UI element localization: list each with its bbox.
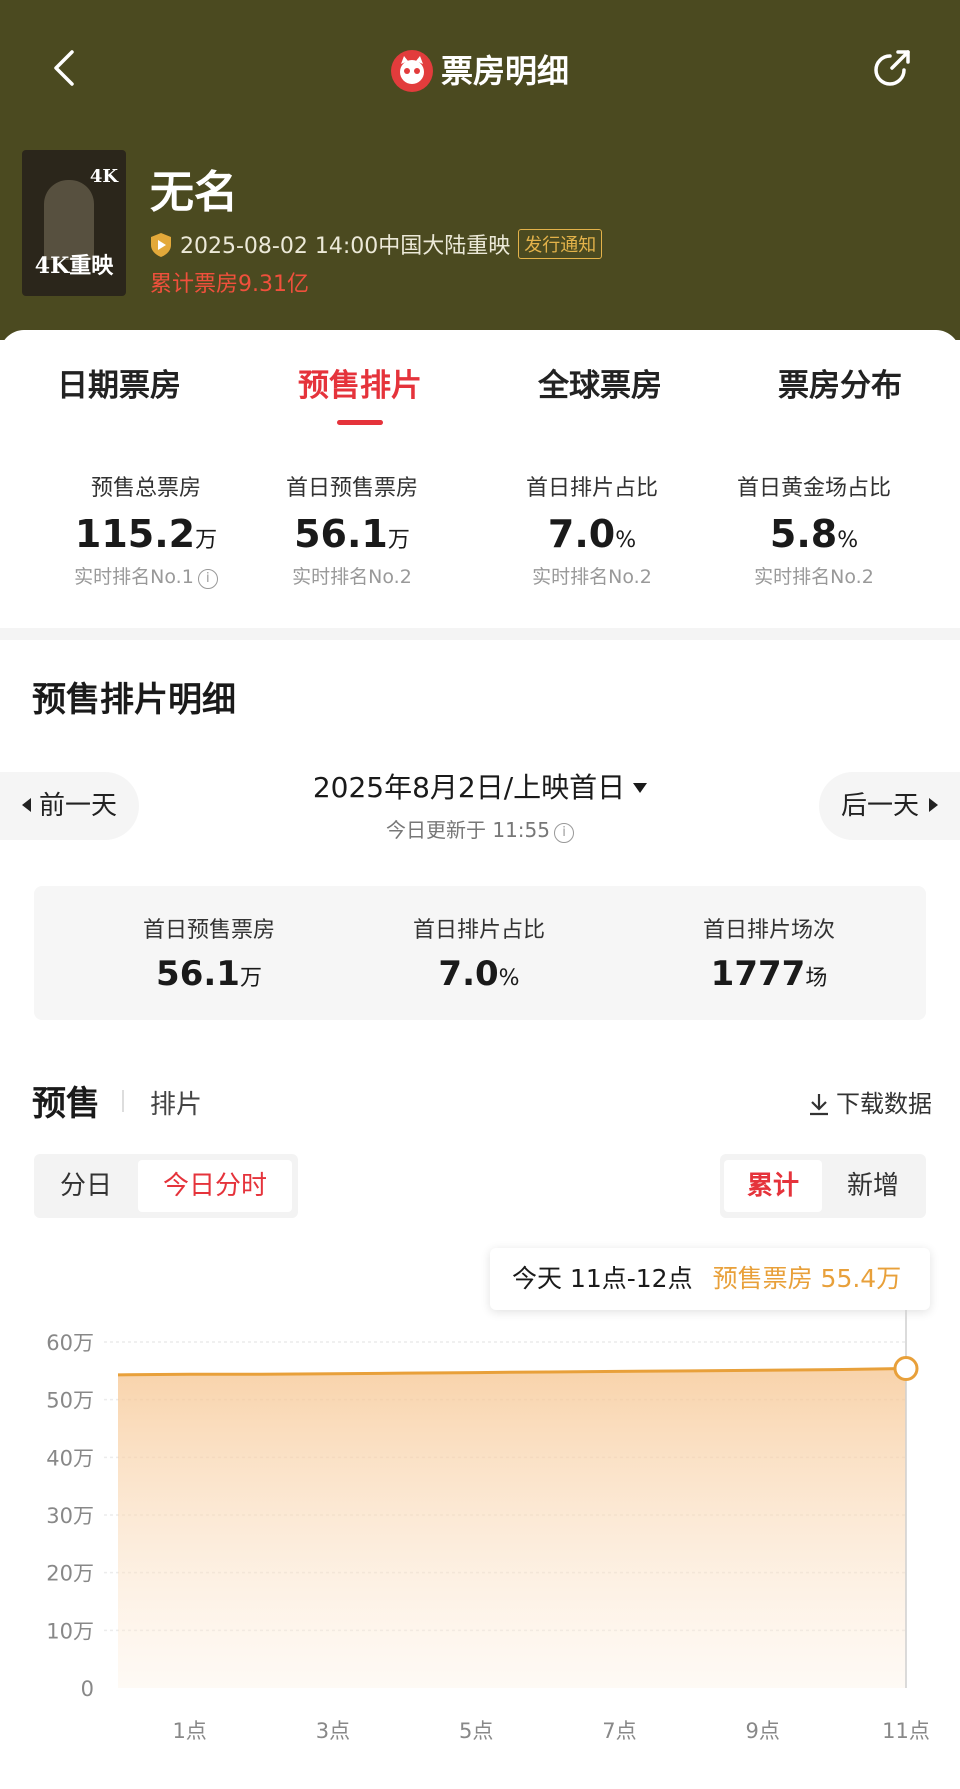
- tab-schedule[interactable]: 排片: [150, 1084, 202, 1121]
- movie-poster[interactable]: 4K 4K重映: [22, 150, 126, 296]
- stat-value: 115.2万: [74, 512, 218, 556]
- stat-value: 7.0%: [547, 512, 637, 556]
- active-tab-indicator: [337, 420, 383, 425]
- summary-schedule-ratio: 首日排片占比 7.0%: [412, 918, 545, 994]
- series-area: [118, 1368, 906, 1688]
- value-toggle: 累计 新增: [720, 1154, 926, 1218]
- info-icon[interactable]: i: [197, 569, 218, 589]
- poster-mark: 4K: [89, 166, 118, 187]
- x-tick-label: 9点: [746, 1719, 780, 1743]
- next-day-button[interactable]: 后一天: [818, 772, 960, 840]
- caret-right-icon: [929, 798, 938, 812]
- info-icon[interactable]: i: [554, 823, 574, 843]
- tab-box-office-distribution[interactable]: 票房分布: [740, 360, 940, 405]
- x-tick-label: 1点: [172, 1719, 206, 1743]
- stat-first-day-schedule-ratio: 首日排片占比 7.0% 实时排名No.2: [472, 470, 712, 589]
- stat-golden-slot-ratio: 首日黄金场占比 5.8% 实时排名No.2: [694, 470, 934, 589]
- tab-divider: [122, 1090, 124, 1112]
- stat-rank: 实时排名No.2: [292, 566, 412, 588]
- summary-first-day-presale: 首日预售票房 56.1万: [142, 918, 275, 994]
- tab-presale[interactable]: 预售: [32, 1076, 100, 1125]
- section-title: 预售排片明细: [32, 680, 236, 720]
- tooltip-value: 预售票房 55.4万: [712, 1264, 902, 1293]
- y-tick-label: 0: [81, 1677, 94, 1701]
- y-tick-label: 20万: [46, 1562, 94, 1586]
- x-tick-label: 7点: [602, 1719, 636, 1743]
- date-picker[interactable]: 2025年8月2日/上映首日 今日更新于 11:55 i: [0, 766, 960, 843]
- value-new[interactable]: 新增: [824, 1160, 922, 1212]
- shield-icon: [151, 233, 171, 257]
- stat-label: 首日黄金场占比: [736, 476, 891, 501]
- mode-toggle: 分日 今日分时: [34, 1154, 298, 1218]
- y-tick-label: 10万: [46, 1619, 94, 1643]
- tab-presale-schedule[interactable]: 预售排片: [260, 360, 460, 405]
- caret-down-icon: [633, 783, 648, 793]
- cumulative-box-office: 累计票房9.31亿: [150, 272, 309, 297]
- poster-caption: 4K重映: [34, 253, 114, 279]
- stat-label: 首日排片占比: [525, 476, 658, 501]
- stat-value: 56.1万: [294, 512, 410, 556]
- chart-tooltip: 今天 11点-12点 预售票房 55.4万: [490, 1248, 930, 1310]
- tab-bar: 日期票房 预售排片 全球票房 票房分布: [0, 330, 960, 430]
- release-info-row: 2025-08-02 14:00中国大陆重映 发行通知: [150, 228, 603, 260]
- date-selector: 前一天 2025年8月2日/上映首日 今日更新于 11:55 i 后一天: [0, 766, 960, 856]
- first-day-summary: 首日预售票房 56.1万 首日排片占比 7.0% 首日排片场次 1777场: [34, 886, 926, 1020]
- x-tick-label: 3点: [316, 1719, 350, 1743]
- stat-rank: 实时排名No.1 i: [26, 562, 266, 589]
- stat-label: 首日预售票房: [285, 476, 418, 501]
- movie-title: 无名: [150, 167, 238, 218]
- page-title-text: 票房明细: [440, 52, 569, 90]
- share-icon[interactable]: [868, 44, 916, 92]
- download-data-button[interactable]: 下载数据: [808, 1084, 932, 1119]
- update-time: 今日更新于 11:55: [386, 818, 550, 842]
- stats-row: 预售总票房 115.2万 实时排名No.1 i 首日预售票房 56.1万 实时排名…: [0, 440, 960, 620]
- presale-chart[interactable]: 0 10万 20万 30万 40万 50万 60万 1点 3点 5点 7点 9点 11点: [0, 1310, 960, 1789]
- stat-rank: 实时排名No.2: [532, 566, 652, 588]
- release-info: 2025-08-02 14:00中国大陆重映: [180, 234, 511, 259]
- y-tick-label: 50万: [46, 1389, 94, 1413]
- y-tick-label: 60万: [46, 1331, 94, 1355]
- stat-rank: 实时排名No.2: [754, 566, 874, 588]
- nav-bar: 票房明细: [0, 30, 960, 110]
- maoyan-logo-icon: [390, 50, 433, 92]
- tab-global-box-office[interactable]: 全球票房: [500, 360, 700, 405]
- download-icon: [810, 1094, 828, 1116]
- stat-first-day-presale: 首日预售票房 56.1万 实时排名No.2: [232, 470, 472, 589]
- x-tick-label: 5点: [459, 1719, 493, 1743]
- tab-date-box-office[interactable]: 日期票房: [19, 360, 219, 405]
- y-tick-label: 40万: [46, 1446, 94, 1470]
- header: 票房明细 4K 4K重映 无名 2025-08-02 14:00中国大陆重映 发行…: [0, 0, 960, 340]
- value-cumulative[interactable]: 累计: [724, 1160, 822, 1212]
- y-tick-label: 30万: [46, 1504, 94, 1528]
- date-label: 2025年8月2日/上映首日: [312, 771, 626, 804]
- stat-presale-total: 预售总票房 115.2万 实时排名No.1 i: [26, 470, 266, 589]
- chart-tabs: 预售 排片 下载数据: [32, 1076, 932, 1126]
- tooltip-time: 今天 11点-12点: [512, 1264, 693, 1293]
- section-divider: [0, 628, 960, 640]
- mode-daily[interactable]: 分日: [40, 1160, 132, 1212]
- summary-screenings: 首日排片场次 1777场: [702, 918, 835, 994]
- mode-today-hourly[interactable]: 今日分时: [138, 1160, 292, 1212]
- highlight-point: [893, 1356, 919, 1382]
- notice-badge[interactable]: 发行通知: [518, 229, 603, 259]
- x-tick-label: 11点: [882, 1719, 930, 1743]
- stat-value: 5.8%: [769, 512, 859, 556]
- stat-label: 预售总票房: [90, 476, 201, 501]
- page-title: 票房明细: [0, 46, 960, 92]
